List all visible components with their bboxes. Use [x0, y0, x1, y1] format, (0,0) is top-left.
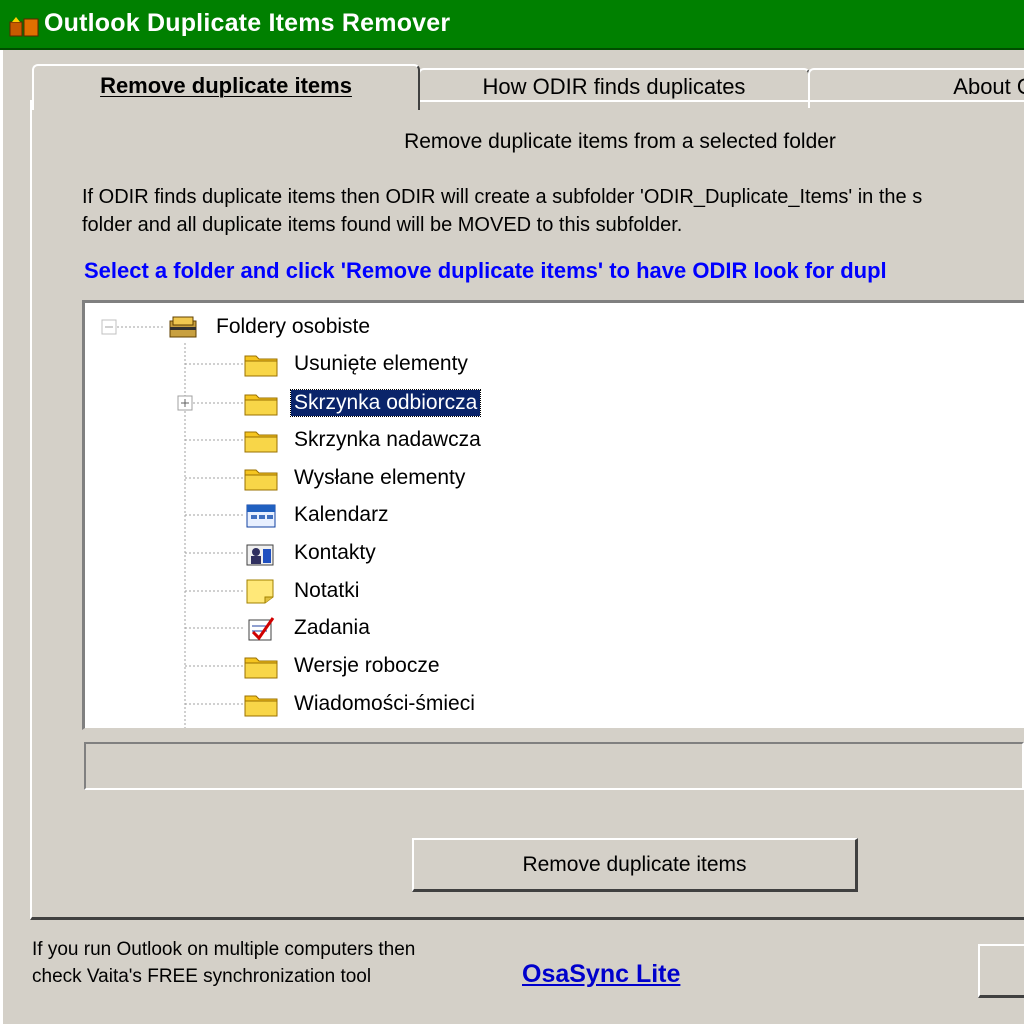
- tree-connector-lines: [101, 319, 243, 728]
- folder-icon: [244, 394, 278, 416]
- tree-node[interactable]: Wiadomości-śmieci: [243, 687, 478, 721]
- personal-folders-icon: [169, 316, 197, 338]
- description-line: If ODIR finds duplicate items then ODIR …: [82, 186, 923, 208]
- expand-inbox-icon: [177, 395, 193, 411]
- tree-node[interactable]: Usunięte elementy: [243, 347, 471, 381]
- tab-remove-duplicates[interactable]: Remove duplicate items: [32, 64, 420, 110]
- calendar-icon: [246, 504, 276, 528]
- tree-node[interactable]: Notatki: [243, 574, 362, 608]
- tree-node-label: Kalendarz: [294, 503, 389, 526]
- collapse-root-icon: [101, 319, 117, 335]
- tree-node-label: Wiadomości-śmieci: [294, 692, 475, 715]
- folder-icon: [244, 695, 278, 717]
- instruction-text: Select a folder and click 'Remove duplic…: [84, 258, 887, 283]
- window-title: Outlook Duplicate Items Remover: [44, 9, 451, 37]
- tree-node[interactable]: Zadania: [243, 611, 373, 645]
- osasync-link[interactable]: OsaSync Lite: [522, 960, 680, 989]
- notes-icon: [246, 579, 274, 604]
- tree-node-label: Foldery osobiste: [216, 315, 371, 338]
- tree-node-label: Skrzynka odbiorcza: [289, 389, 482, 417]
- panel-header: Remove duplicate items from a selected f…: [404, 130, 836, 153]
- folder-icon: [244, 469, 278, 491]
- tab-label: About O: [953, 74, 1024, 99]
- tree-node[interactable]: Wysłane elementy: [243, 461, 468, 495]
- footer-text: If you run Outlook on multiple computers…: [32, 936, 415, 990]
- remove-duplicates-button[interactable]: Remove duplicate items: [412, 838, 858, 892]
- tree-node-label: Wysłane elementy: [294, 466, 466, 489]
- tree-node-label: Zadania: [294, 616, 370, 639]
- folder-icon: [244, 355, 278, 377]
- title-bar: Outlook Duplicate Items Remover: [0, 0, 1024, 50]
- footer-line: If you run Outlook on multiple computers…: [32, 939, 416, 960]
- tree-node-root[interactable]: Foldery osobiste: [165, 310, 373, 344]
- contacts-icon: [246, 544, 274, 566]
- tab-label: Remove duplicate items: [100, 73, 352, 98]
- tree-node-label: Skrzynka nadawcza: [294, 428, 481, 451]
- folder-icon: [244, 657, 278, 679]
- status-bar: [84, 742, 1024, 790]
- tab-label: How ODIR finds duplicates: [482, 74, 746, 99]
- folder-tree[interactable]: Foldery osobiste Usunięte elementy Skrzy…: [82, 300, 1024, 730]
- folder-icon: [244, 431, 278, 453]
- tree-node-selected[interactable]: Skrzynka odbiorcza: [243, 386, 482, 420]
- tree-node[interactable]: Kontakty: [243, 536, 379, 570]
- footer-button[interactable]: [978, 944, 1024, 998]
- description: If ODIR finds duplicate items then ODIR …: [82, 183, 922, 239]
- footer-line: check Vaita's FREE synchronization tool: [32, 966, 372, 987]
- app-icon: [9, 17, 39, 37]
- tasks-icon: [248, 617, 275, 641]
- tree-node[interactable]: Wersje robocze: [243, 649, 443, 683]
- tree-node[interactable]: Kalendarz: [243, 498, 392, 532]
- tree-node-label: Kontakty: [294, 541, 376, 564]
- description-line: folder and all duplicate items found wil…: [82, 214, 683, 236]
- tree-node-label: Notatki: [294, 579, 360, 602]
- tree-node-label: Usunięte elementy: [294, 352, 468, 375]
- tree-node-label: Wersje robocze: [294, 654, 440, 677]
- tree-node[interactable]: Skrzynka nadawcza: [243, 423, 484, 457]
